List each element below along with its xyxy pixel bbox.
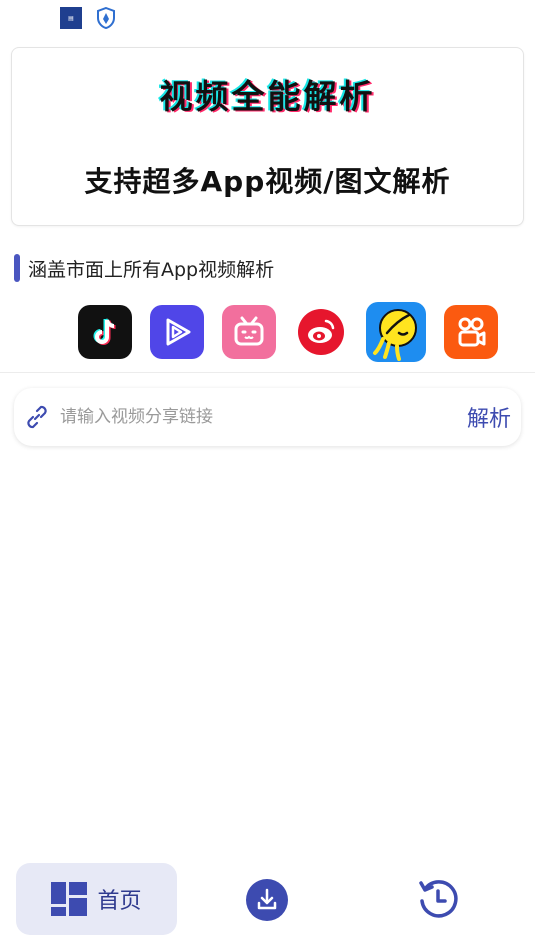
banner-title: 视频全能解析 bbox=[159, 77, 376, 116]
douyin-icon[interactable] bbox=[78, 305, 132, 359]
parse-button[interactable]: 解析 bbox=[467, 401, 511, 433]
status-bar: ▤ bbox=[60, 6, 116, 30]
bilibili-icon[interactable] bbox=[222, 305, 276, 359]
video-link-input[interactable] bbox=[60, 407, 467, 427]
link-input-bar: 解析 bbox=[14, 388, 521, 446]
video-play-icon[interactable] bbox=[150, 305, 204, 359]
news-app-icon: ▤ bbox=[60, 7, 82, 29]
weibo-icon[interactable] bbox=[294, 305, 348, 359]
download-icon[interactable] bbox=[245, 878, 289, 922]
supported-apps-row bbox=[78, 302, 498, 362]
tab-home[interactable]: 首页 bbox=[16, 863, 177, 935]
banner-subtitle: 支持超多App视频/图文解析 bbox=[84, 165, 451, 198]
section-heading: 涵盖市面上所有App视频解析 bbox=[14, 253, 274, 283]
history-icon[interactable] bbox=[416, 877, 460, 921]
tab-home-label: 首页 bbox=[97, 889, 142, 914]
section-title: 涵盖市面上所有App视频解析 bbox=[28, 258, 275, 281]
divider bbox=[0, 372, 535, 373]
hero-banner: 视频全能解析 支持超多App视频/图文解析 bbox=[11, 47, 524, 226]
qq-icon[interactable] bbox=[366, 302, 426, 362]
bottom-tab-bar: 首页 bbox=[0, 863, 535, 935]
link-icon bbox=[27, 405, 47, 429]
shield-app-icon bbox=[97, 7, 115, 29]
kuaishou-icon[interactable] bbox=[444, 305, 498, 359]
section-accent-bar bbox=[14, 254, 20, 282]
dashboard-icon bbox=[51, 882, 88, 916]
